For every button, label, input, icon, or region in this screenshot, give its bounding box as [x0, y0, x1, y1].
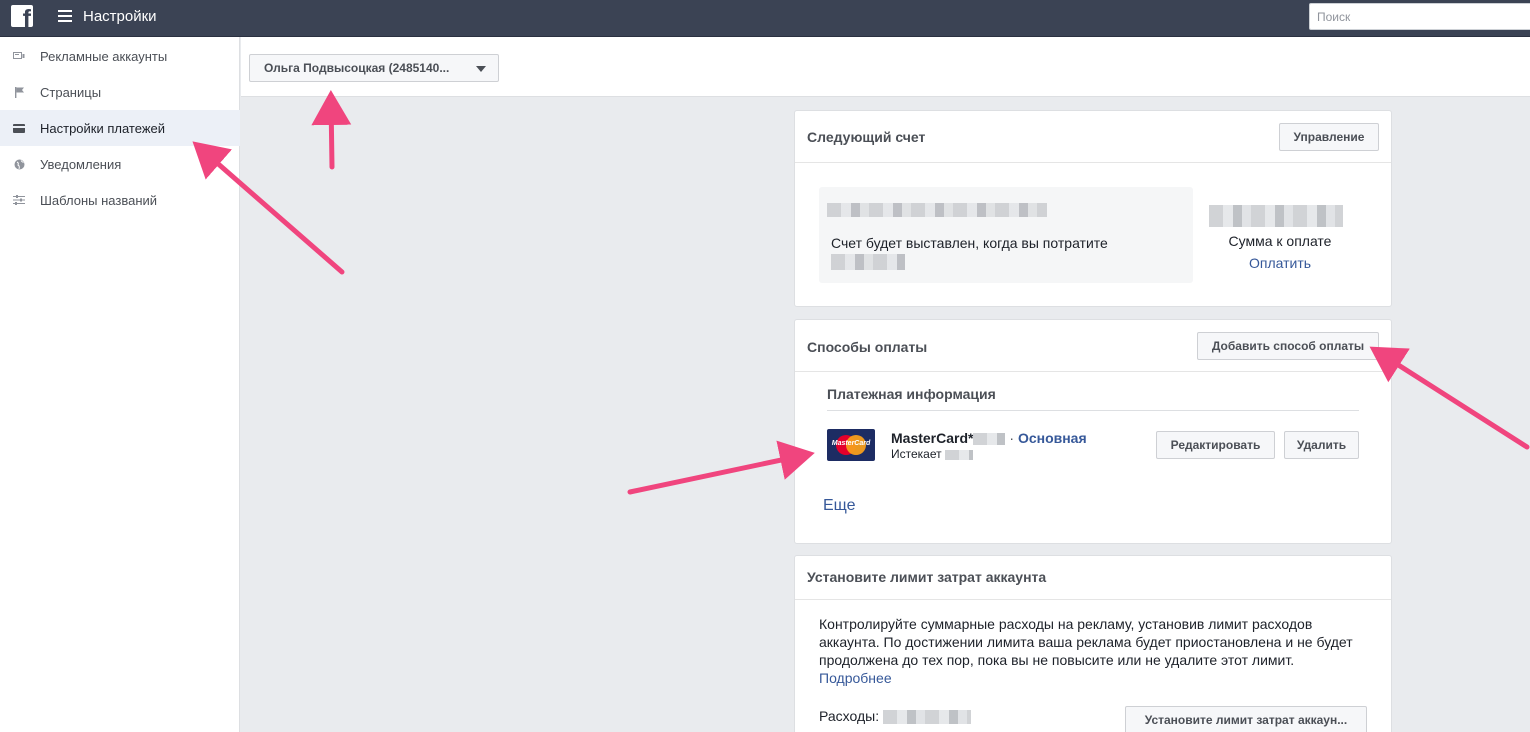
sidebar-item-ad-accounts[interactable]: Рекламные аккаунты: [0, 38, 240, 74]
edit-button[interactable]: Редактировать: [1156, 431, 1275, 459]
card-title: Установите лимит затрат аккаунта: [807, 569, 1047, 585]
delete-button[interactable]: Удалить: [1284, 431, 1359, 459]
account-selector-dropdown[interactable]: Ольга Подвысоцкая (2485140...: [249, 54, 499, 82]
sidebar-item-pages[interactable]: Страницы: [0, 74, 240, 110]
redacted-card-number: [973, 433, 1006, 446]
card-name-line: MasterCard* · Основная: [891, 430, 1087, 446]
menu-icon[interactable]: [58, 10, 72, 22]
redacted-amount: [1209, 205, 1343, 227]
credit-card-icon: [0, 123, 40, 133]
top-bar: f Настройки: [0, 0, 1530, 37]
flag-icon: [0, 86, 40, 98]
next-bill-card: Следующий счет Управление Счет будет выс…: [794, 110, 1392, 307]
logo-letter: f: [22, 5, 31, 28]
divider: [827, 410, 1359, 411]
account-bar: Ольга Подвысоцкая (2485140...: [241, 37, 1530, 97]
spent-label: Расходы:: [819, 708, 880, 724]
arrow-to-mastercard: [627, 440, 815, 495]
mastercard-logo-text: MasterCard: [831, 440, 871, 447]
sidebar-item-label: Страницы: [40, 84, 102, 100]
page-title: Настройки: [83, 8, 157, 25]
redacted-value: [827, 203, 1047, 217]
ad-accounts-icon: [0, 51, 40, 61]
spend-limit-description: Контролируйте суммарные расходы на рекла…: [819, 616, 1353, 668]
arrow-to-account-selector: [311, 90, 352, 170]
card-header: Установите лимит затрат аккаунта: [795, 556, 1391, 600]
sidebar-item-label: Рекламные аккаунты: [40, 48, 168, 64]
bill-info-box: Счет будет выставлен, когда вы потратите: [819, 187, 1193, 283]
separator-dot: ·: [1009, 430, 1015, 446]
learn-more-link[interactable]: Подробнее: [819, 669, 892, 687]
search-input[interactable]: [1309, 3, 1530, 30]
mastercard-logo-icon: MasterCard: [827, 429, 875, 461]
card-header: Следующий счет Управление: [795, 111, 1391, 163]
payment-methods-card: Способы оплаты Добавить способ оплаты Пл…: [794, 319, 1392, 544]
card-expiry-line: Истекает: [891, 447, 973, 461]
add-payment-method-button[interactable]: Добавить способ оплаты: [1197, 332, 1379, 360]
payment-info-heading: Платежная информация: [827, 386, 996, 402]
amount-due-label: Сумма к оплате: [1228, 233, 1332, 249]
more-link[interactable]: Еще: [823, 497, 856, 515]
redacted-expiry: [944, 449, 973, 460]
card-header: Способы оплаты Добавить способ оплаты: [795, 320, 1391, 372]
facebook-logo-icon[interactable]: f: [11, 5, 33, 27]
pay-link[interactable]: Оплатить: [1197, 255, 1363, 271]
sidebar-item-label: Уведомления: [40, 156, 122, 172]
spent-line: Расходы:: [819, 708, 971, 725]
card-title: Следующий счет: [807, 129, 926, 145]
sidebar-item-label: Шаблоны названий: [40, 192, 158, 208]
manage-button[interactable]: Управление: [1279, 123, 1379, 151]
expires-label: Истекает: [891, 447, 942, 461]
primary-badge: Основная: [1017, 430, 1087, 446]
sidebar-item-label: Настройки платежей: [40, 120, 166, 136]
redacted-value: [831, 254, 905, 270]
globe-icon: [0, 159, 40, 170]
sidebar-item-notifications[interactable]: Уведомления: [0, 146, 240, 182]
redacted-spent: [883, 710, 971, 725]
sidebar-item-name-templates[interactable]: Шаблоны названий: [0, 182, 240, 218]
caret-down-icon: [476, 66, 486, 72]
sidebar-item-payment-settings[interactable]: Настройки платежей: [0, 110, 240, 146]
account-selector-label: Ольга Подвысоцкая (2485140...: [264, 61, 450, 75]
set-limit-button[interactable]: Установите лимит затрат аккаун...: [1125, 706, 1367, 732]
sliders-icon: [0, 195, 40, 205]
bill-threshold-text: Счет будет выставлен, когда вы потратите: [831, 235, 1108, 251]
card-title: Способы оплаты: [807, 339, 928, 355]
card-brand: MasterCard*: [891, 430, 974, 446]
spend-limit-card: Установите лимит затрат аккаунта Контрол…: [794, 555, 1392, 732]
arrow-to-add-payment: [1369, 346, 1530, 450]
sidebar: Рекламные аккаунты Страницы Настройки пл…: [0, 37, 240, 732]
